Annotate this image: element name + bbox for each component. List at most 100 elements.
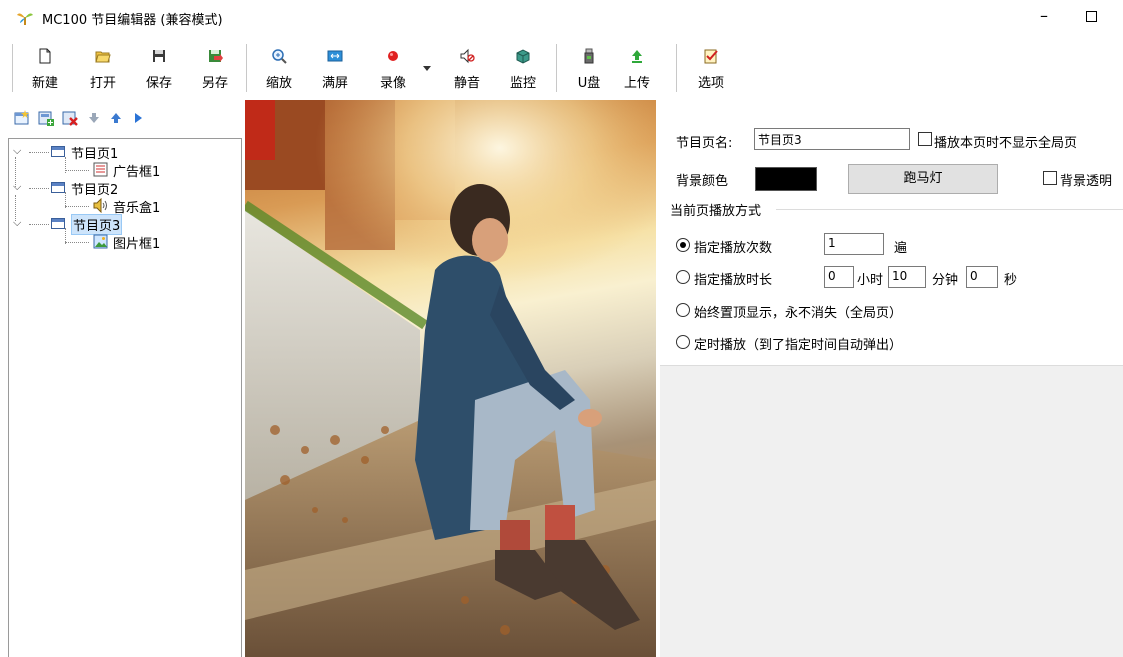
properties-panel: 节目页名: 节目页3 播放本页时不显示全局页 背景颜色 跑马灯 背景透明 当前页… [660, 100, 1123, 657]
new-button[interactable]: 新建 [22, 42, 68, 94]
timed-play-radio[interactable] [676, 335, 690, 349]
monitor-icon [516, 49, 530, 64]
marquee-button[interactable]: 跑马灯 [848, 164, 998, 194]
open-label: 打开 [89, 76, 116, 91]
hide-global-label: 播放本页时不显示全局页 [934, 136, 1078, 151]
open-button[interactable]: 打开 [80, 42, 126, 94]
options-label: 选项 [697, 76, 724, 91]
seconds-input[interactable]: 0 [966, 266, 998, 288]
add-item-icon[interactable] [38, 110, 54, 126]
upload-button[interactable]: 上传 [614, 42, 660, 94]
options-checklist-icon [704, 49, 718, 64]
toolbar-separator [556, 44, 557, 92]
page-icon [51, 146, 65, 157]
play-mode-title: 当前页播放方式 [670, 204, 762, 219]
text-frame-icon [93, 162, 108, 177]
page-settings: 节目页名: 节目页3 播放本页时不显示全局页 背景颜色 跑马灯 背景透明 当前页… [660, 100, 1123, 366]
main-toolbar: 新建 打开 保存 另存 缩放 满屏 录像 静音 监控 U盘 上传 选项 [0, 36, 1123, 96]
tree-node-page-3[interactable]: ⌵ 节目页3 [13, 214, 233, 235]
expand-chevron-icon[interactable]: ⌵ [13, 216, 21, 230]
always-on-top-radio[interactable] [676, 303, 690, 317]
bg-transparent-checkbox[interactable] [1043, 171, 1057, 185]
play-count-input[interactable]: 1 [824, 233, 884, 255]
tree-connector [29, 152, 49, 153]
save-label: 保存 [145, 76, 172, 91]
tree-node-music-box[interactable]: 音乐盒1 [13, 197, 233, 216]
minimize-button[interactable]: – [1031, 4, 1057, 30]
expand-chevron-icon[interactable]: ⌵ [13, 180, 21, 194]
new-file-icon [39, 48, 51, 64]
tree-connector [65, 170, 89, 171]
tree-node-page-2[interactable]: ⌵ 节目页2 [13, 179, 233, 198]
record-label: 录像 [379, 76, 406, 91]
play-count-label: 指定播放次数 [694, 241, 773, 256]
usb-drive-icon [584, 48, 594, 64]
page-icon [51, 218, 65, 229]
new-label: 新建 [31, 76, 58, 91]
maximize-icon [1086, 11, 1097, 22]
tree-node-label: 节目页3 [71, 214, 123, 235]
mute-speaker-icon [460, 48, 475, 64]
hide-global-checkbox[interactable] [918, 132, 932, 146]
title-bar: MC100 节目编辑器 (兼容模式) – [0, 0, 1123, 36]
bg-color-swatch[interactable] [755, 167, 817, 191]
play-duration-label: 指定播放时长 [694, 273, 773, 288]
upload-label: 上传 [623, 76, 650, 91]
record-dropdown-arrow-icon[interactable] [423, 66, 431, 71]
tree-node-page-1[interactable]: ⌵ 节目页1 [13, 143, 233, 162]
page-preview-image[interactable] [245, 100, 656, 657]
expand-chevron-icon[interactable]: ⌵ [13, 144, 21, 158]
tree-connector [29, 188, 49, 189]
play-duration-radio[interactable] [676, 270, 690, 284]
upload-arrow-icon [632, 50, 642, 63]
bg-transparent-label: 背景透明 [1060, 174, 1113, 189]
udisk-label: U盘 [577, 76, 601, 91]
picture-icon [93, 234, 108, 249]
always-on-top-label: 始终置顶显示，永不消失（全局页） [694, 306, 903, 321]
save-as-label: 另存 [201, 76, 228, 91]
move-down-icon[interactable] [86, 110, 102, 126]
tree-node-label: 节目页2 [71, 183, 119, 198]
hours-unit: 小时 [857, 273, 884, 288]
magnifier-icon [272, 49, 287, 64]
record-icon [388, 51, 398, 61]
program-tree: ⌵ 节目页1 广告框1 ⌵ 节目页2 音乐盒1 ⌵ 节目页3 图片框1 [8, 138, 242, 657]
add-page-icon[interactable] [14, 110, 30, 126]
udisk-button[interactable]: U盘 [566, 42, 612, 94]
minutes-input[interactable]: 10 [888, 266, 926, 288]
delete-icon[interactable] [62, 110, 78, 126]
save-as-icon [209, 50, 223, 62]
tree-node-picture-frame[interactable]: 图片框1 [13, 233, 233, 252]
play-count-radio[interactable] [676, 238, 690, 252]
hours-input[interactable]: 0 [824, 266, 854, 288]
zoom-button[interactable]: 缩放 [256, 42, 302, 94]
open-folder-icon [95, 51, 111, 63]
play-count-unit: 遍 [894, 241, 908, 256]
timed-play-label: 定时播放（到了指定时间自动弹出） [694, 338, 903, 353]
minutes-unit: 分钟 [932, 273, 959, 288]
save-button[interactable]: 保存 [136, 42, 182, 94]
options-button[interactable]: 选项 [688, 42, 734, 94]
fullscreen-label: 满屏 [321, 76, 348, 91]
page-name-input[interactable]: 节目页3 [754, 128, 910, 150]
tree-node-label: 图片框1 [113, 237, 161, 252]
tree-node-label: 节目页1 [71, 147, 119, 162]
fullscreen-button[interactable]: 满屏 [312, 42, 358, 94]
record-button[interactable]: 录像 [370, 42, 416, 94]
tree-toolbar [0, 100, 242, 136]
speaker-icon [93, 198, 107, 213]
play-icon[interactable] [130, 110, 146, 126]
toolbar-separator [246, 44, 247, 92]
bg-color-label: 背景颜色 [676, 174, 729, 189]
move-up-icon[interactable] [108, 110, 124, 126]
save-as-button[interactable]: 另存 [192, 42, 238, 94]
tree-node-ad-frame[interactable]: 广告框1 [13, 161, 233, 180]
maximize-button[interactable] [1082, 6, 1102, 26]
toolbar-separator [12, 44, 13, 92]
mute-button[interactable]: 静音 [444, 42, 490, 94]
tree-node-label: 广告框1 [113, 165, 161, 180]
monitor-button[interactable]: 监控 [500, 42, 546, 94]
page-icon [51, 182, 65, 193]
window-title: MC100 节目编辑器 (兼容模式) [42, 13, 223, 28]
toolbar-separator [676, 44, 677, 92]
